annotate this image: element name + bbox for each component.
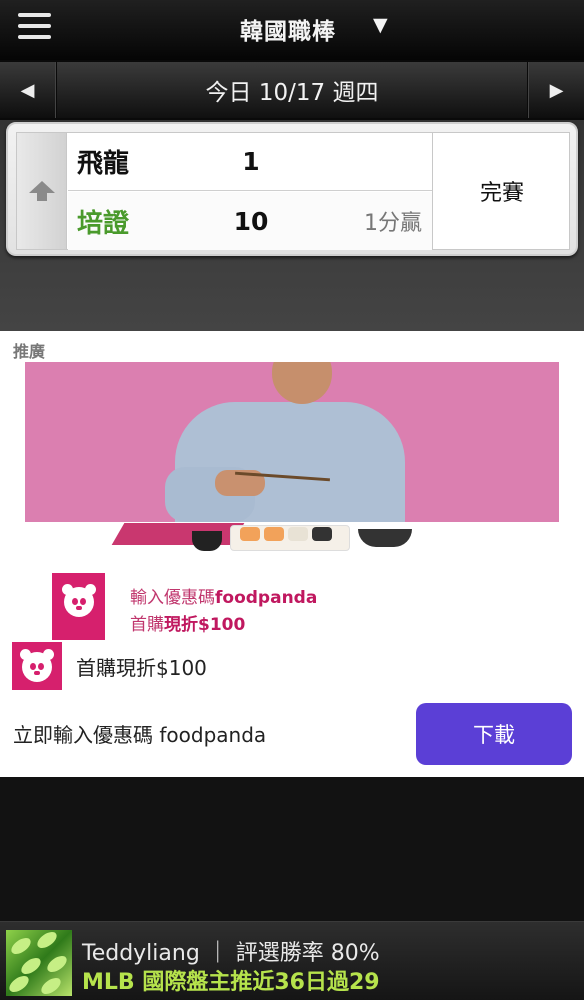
ad-food-illustration	[111, 521, 418, 555]
ad-cta-text: 立即輸入優惠碼 foodpanda	[13, 723, 267, 747]
team-name-winner: 培證	[77, 208, 130, 239]
caret-down-icon[interactable]: ▼	[373, 14, 388, 36]
team-row-away: 飛龍 1	[68, 133, 432, 191]
top-bar: 韓國職棒 ▼	[0, 0, 584, 60]
game-status: 完賽	[432, 133, 571, 249]
game-card[interactable]: 飛龍 1 培證 10 1分贏 完賽	[6, 122, 578, 256]
next-day-button[interactable]: ▶	[528, 62, 584, 118]
arrow-up-icon[interactable]	[17, 133, 67, 249]
prev-day-button[interactable]: ◀	[0, 62, 56, 118]
foodpanda-logo-small	[12, 642, 62, 690]
promo-prefix: 輸入優惠碼	[130, 588, 215, 608]
date-label: 今日 10/17 週四	[57, 62, 527, 118]
win-margin-note: 1分贏	[364, 211, 422, 236]
foodpanda-logo-large	[52, 573, 105, 640]
promo-brand: foodpanda	[215, 588, 318, 608]
banner-author-line: Teddyliang ｜ 評選勝率 80%	[82, 941, 380, 966]
page-title: 韓國職棒	[240, 19, 336, 45]
promo-line-1: 輸入優惠碼foodpanda	[130, 583, 317, 608]
score-area: 飛龍 1 培證 10 1分贏 完賽	[0, 120, 584, 331]
bottom-promo-banner[interactable]: Teddyliang ｜ 評選勝率 80% MLB 國際盤主推近36日過29	[0, 921, 584, 1000]
promo-prefix: 首購	[130, 615, 164, 635]
team-score: 1	[242, 147, 260, 176]
ad-headline: 首購現折$100	[76, 656, 207, 680]
team-name: 飛龍	[77, 149, 130, 179]
download-button[interactable]: 下載	[416, 703, 572, 765]
ad-label: 推廣	[13, 342, 46, 361]
date-navigation: ◀ 今日 10/17 週四 ▶	[0, 60, 584, 120]
team-row-home: 培證 10 1分贏	[68, 192, 432, 250]
game-card-inner: 飛龍 1 培證 10 1分贏 完賽	[16, 132, 570, 250]
banner-thumbnail	[6, 930, 72, 996]
promo-discount: 現折$100	[164, 615, 246, 635]
panda-icon	[62, 584, 96, 617]
banner-headline: MLB 國際盤主推近36日過29	[82, 970, 380, 995]
panda-icon	[20, 649, 54, 682]
hamburger-menu-icon[interactable]	[18, 13, 51, 39]
team-score: 10	[233, 206, 269, 236]
promo-line-2: 首購現折$100	[130, 610, 245, 635]
ad-photo[interactable]	[25, 362, 559, 522]
ad-block[interactable]: 推廣 輸入優惠碼foodpanda 首購現折$100 首購現折$100 立即輸入…	[0, 331, 584, 777]
